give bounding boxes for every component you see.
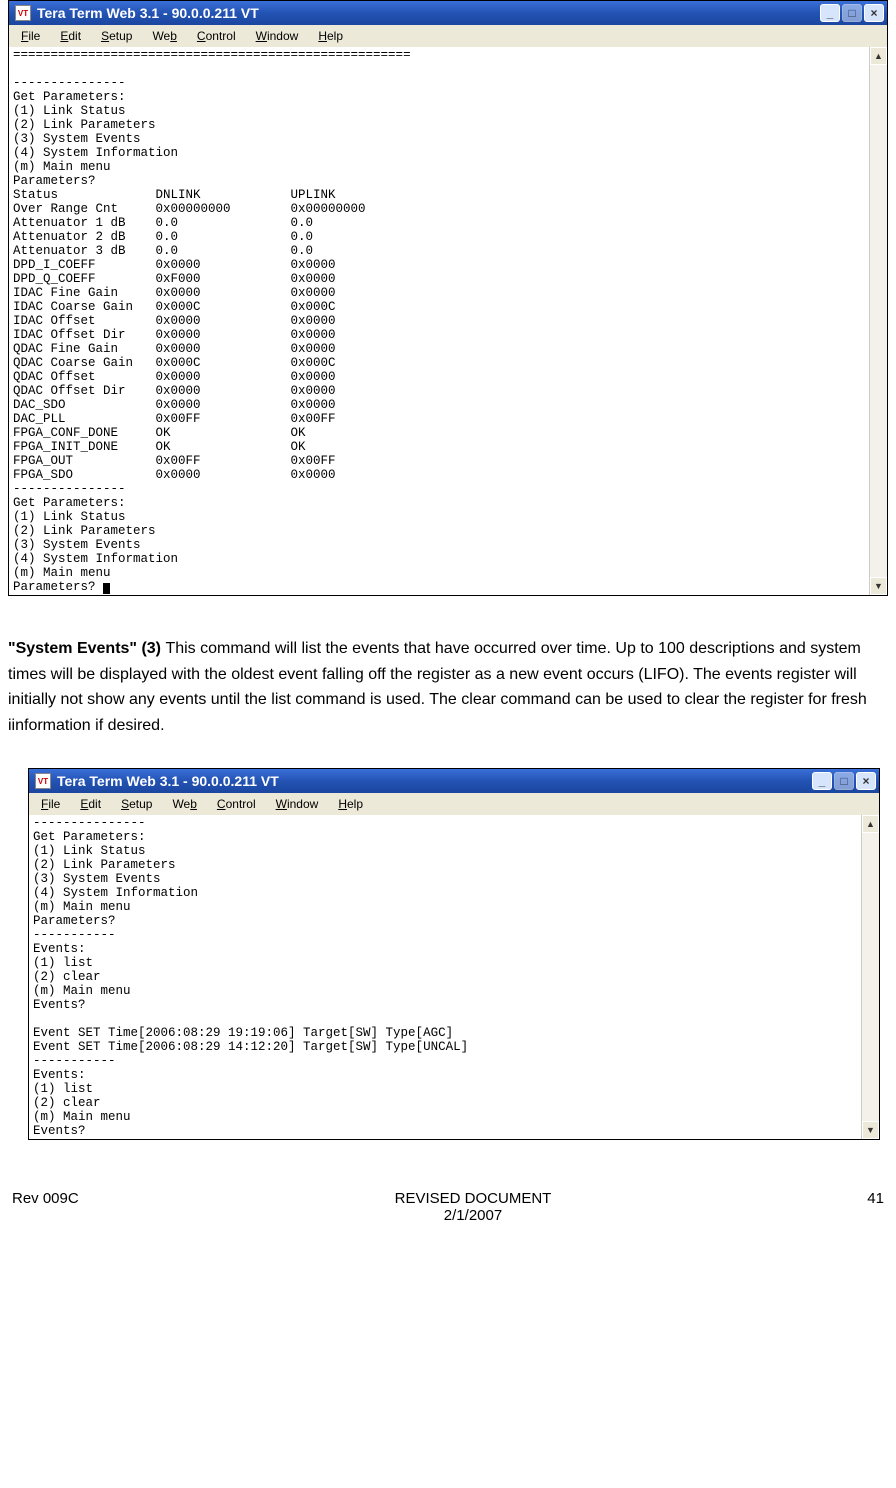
menu-edit[interactable]: Edit xyxy=(72,795,109,813)
menu-file[interactable]: File xyxy=(13,27,48,45)
menu-setup[interactable]: Setup xyxy=(93,27,140,45)
footer-center-2: 2/1/2007 xyxy=(444,1207,502,1224)
menu-control[interactable]: Control xyxy=(209,795,264,813)
scroll-down-button[interactable]: ▼ xyxy=(862,1121,879,1139)
footer-rev: Rev 009C xyxy=(12,1190,79,1207)
menubar: FileEditSetupWeb ControlWindowHelp xyxy=(29,793,879,815)
menu-web[interactable]: Web xyxy=(164,795,204,813)
menu-help[interactable]: Help xyxy=(310,27,351,45)
app-icon: VT xyxy=(15,5,31,21)
menu-help[interactable]: Help xyxy=(330,795,371,813)
menu-window[interactable]: Window xyxy=(268,795,327,813)
scrollbar[interactable]: ▲ ▼ xyxy=(869,47,887,595)
menu-file[interactable]: File xyxy=(33,795,68,813)
paragraph-lead: "System Events" (3) xyxy=(8,640,165,657)
terminal-window-2: VT Tera Term Web 3.1 - 90.0.0.211 VT _ □… xyxy=(28,768,880,1140)
window-title: Tera Term Web 3.1 - 90.0.0.211 VT xyxy=(37,5,259,21)
scroll-down-button[interactable]: ▼ xyxy=(870,577,887,595)
text-cursor xyxy=(103,583,110,594)
close-button[interactable]: × xyxy=(864,4,884,22)
minimize-button[interactable]: _ xyxy=(812,772,832,790)
titlebar[interactable]: VT Tera Term Web 3.1 - 90.0.0.211 VT _ □… xyxy=(29,769,879,793)
page-footer: Rev 009C REVISED DOCUMENT 2/1/2007 41 xyxy=(8,1190,888,1232)
description-paragraph: "System Events" (3) This command will li… xyxy=(8,636,888,738)
terminal-output[interactable]: ========================================… xyxy=(9,47,869,595)
minimize-button[interactable]: _ xyxy=(820,4,840,22)
titlebar[interactable]: VT Tera Term Web 3.1 - 90.0.0.211 VT _ □… xyxy=(9,1,887,25)
menu-setup[interactable]: Setup xyxy=(113,795,160,813)
scroll-up-button[interactable]: ▲ xyxy=(870,47,887,65)
terminal-output[interactable]: --------------- Get Parameters: (1) Link… xyxy=(29,815,861,1139)
scroll-up-button[interactable]: ▲ xyxy=(862,815,879,833)
menu-control[interactable]: Control xyxy=(189,27,244,45)
scroll-track[interactable] xyxy=(862,833,879,1121)
menu-window[interactable]: Window xyxy=(248,27,307,45)
window-title: Tera Term Web 3.1 - 90.0.0.211 VT xyxy=(57,773,279,789)
scrollbar[interactable]: ▲ ▼ xyxy=(861,815,879,1139)
menubar: FileEditSetupWeb ControlWindowHelp xyxy=(9,25,887,47)
footer-page: 41 xyxy=(867,1190,884,1207)
terminal-window-1: VT Tera Term Web 3.1 - 90.0.0.211 VT _ □… xyxy=(8,0,888,596)
scroll-track[interactable] xyxy=(870,65,887,577)
footer-center-1: REVISED DOCUMENT xyxy=(395,1190,552,1207)
close-button[interactable]: × xyxy=(856,772,876,790)
menu-web[interactable]: Web xyxy=(144,27,184,45)
maximize-button[interactable]: □ xyxy=(842,4,862,22)
maximize-button[interactable]: □ xyxy=(834,772,854,790)
app-icon: VT xyxy=(35,773,51,789)
menu-edit[interactable]: Edit xyxy=(52,27,89,45)
